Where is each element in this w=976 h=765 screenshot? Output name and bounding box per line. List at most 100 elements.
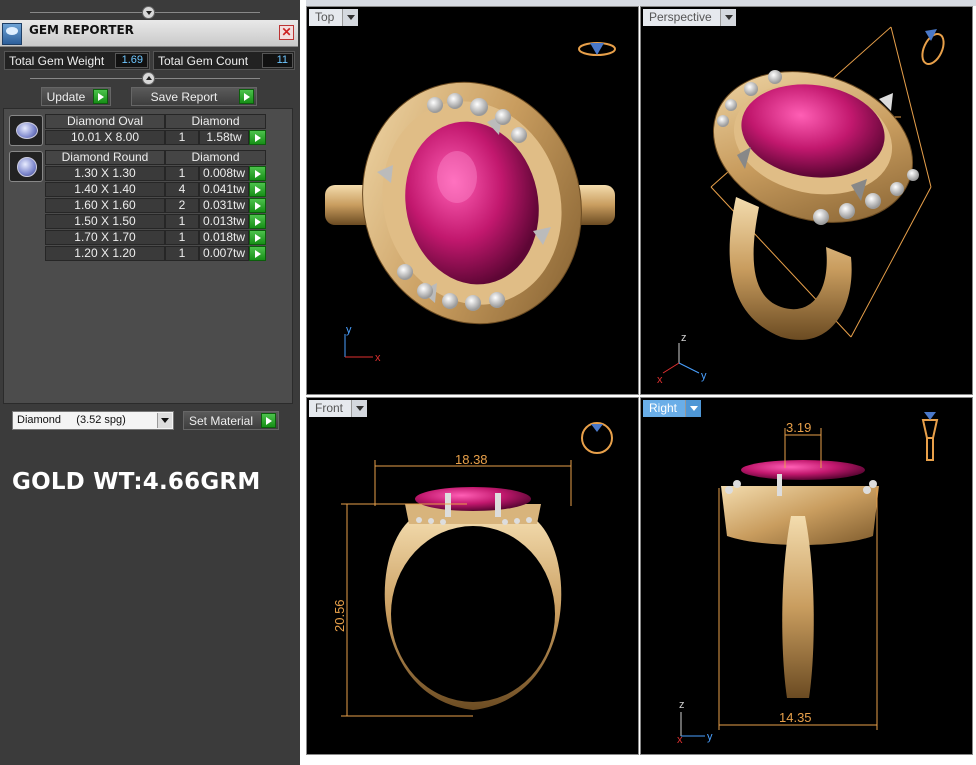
viewport-front-menu[interactable]: Front [309, 400, 368, 417]
gem-group-shape: Diamond Oval [45, 114, 165, 129]
gem-size: 1.50 X 1.50 [45, 214, 165, 229]
ring-preview-icon [921, 412, 939, 461]
chevron-down-icon [157, 413, 172, 428]
axis-gizmo: z x y [677, 699, 713, 746]
viewport-right-label: Right [649, 401, 678, 415]
close-icon[interactable]: ✕ [279, 25, 294, 40]
bottom-dimension-label: 14.35 [779, 710, 812, 725]
viewport-perspective-menu[interactable]: Perspective [643, 9, 736, 26]
set-material-label: Set Material [188, 414, 254, 428]
viewport-front[interactable]: 18.38 20.56 Front [306, 397, 639, 755]
chevron-down-icon [342, 9, 359, 26]
viewport-perspective-label: Perspective [649, 10, 712, 24]
set-material-button[interactable]: Set Material [183, 411, 279, 430]
panel-title: GEM REPORTER [29, 23, 134, 37]
gem-count: 2 [165, 198, 199, 213]
ring-preview-icon [921, 29, 945, 65]
prong [495, 493, 501, 517]
axis-y-label: y [701, 370, 707, 382]
axis-z-label: z [681, 332, 687, 344]
gem-size: 1.70 X 1.70 [45, 230, 165, 245]
axis-z-label: z [679, 699, 685, 711]
gem-row-play-button[interactable] [249, 230, 266, 245]
viewport-right[interactable]: 3.19 14.35 z x y Right [640, 397, 973, 755]
total-gem-weight-label: Total Gem Weight [9, 54, 105, 68]
gem-size: 10.01 X 8.00 [45, 130, 165, 145]
save-report-label: Save Report [150, 90, 218, 104]
gem-reporter-header: GEM REPORTER ✕ [0, 20, 298, 47]
viewport-top[interactable]: y x Top [306, 6, 639, 395]
gem-count: 4 [165, 182, 199, 197]
update-button[interactable]: Update [41, 87, 111, 106]
gem-weight: 1.58tw [199, 130, 249, 145]
viewport-front-label: Front [315, 401, 344, 415]
gem-row-play-button[interactable] [249, 214, 266, 229]
ring-shank [782, 516, 814, 698]
gem-row-play-button[interactable] [249, 198, 266, 213]
gem-reporter-panel: GEM REPORTER ✕ Total Gem Weight 1.69 Tot… [0, 0, 300, 765]
gem-weight: 0.008tw [199, 166, 249, 181]
viewport-perspective[interactable]: z x y Perspective [640, 6, 973, 395]
gold-weight-annotation: GOLD WT:4.66GRM [12, 469, 261, 495]
gem-weight: 0.018tw [199, 230, 249, 245]
gem-list: Diamond Oval Diamond 10.01 X 8.00 1 1.58… [3, 108, 293, 404]
gem-count: 1 [165, 214, 199, 229]
gem-row-play-button[interactable] [249, 130, 266, 145]
total-gem-count-label: Total Gem Count [158, 54, 249, 68]
viewport-top-label: Top [315, 10, 335, 24]
update-play-icon [93, 89, 108, 104]
oval-gem-thumbnail[interactable] [9, 115, 43, 146]
width-dimension-label: 18.38 [455, 452, 488, 467]
axis-x-label: x [657, 374, 663, 386]
axis-gizmo: z x y [657, 332, 707, 386]
gem-count: 1 [165, 130, 199, 145]
gem-reporter-logo-icon [2, 23, 22, 45]
material-dropdown-value: Diamond (3.52 spg) [17, 414, 126, 426]
collapse-down-button[interactable] [142, 6, 155, 19]
ruby-facet-highlight [437, 151, 477, 203]
center-ruby [741, 460, 865, 480]
gem-group-shape: Diamond Round [45, 150, 165, 165]
material-dropdown[interactable]: Diamond (3.52 spg) [12, 411, 174, 430]
axis-x-label: x [677, 734, 683, 746]
gem-weight: 0.013tw [199, 214, 249, 229]
axis-gizmo: y x [344, 324, 381, 364]
round-gem-icon [17, 157, 37, 177]
center-ruby [415, 487, 531, 511]
total-gem-count-value: 11 [262, 53, 293, 68]
prong [777, 474, 782, 496]
gem-group-material: Diamond [165, 150, 266, 165]
round-gem-thumbnail[interactable] [9, 151, 43, 182]
update-button-label: Update [46, 90, 86, 104]
gem-size: 1.30 X 1.30 [45, 166, 165, 181]
set-material-play-icon [261, 413, 276, 428]
chevron-down-icon [351, 400, 368, 417]
total-gem-weight-value: 1.69 [115, 53, 148, 68]
total-gem-count: Total Gem Count 11 [153, 51, 295, 70]
axis-x-label: x [375, 352, 381, 364]
ring-preview-icon [581, 422, 613, 454]
oval-gem-icon [16, 122, 38, 139]
gem-weight: 0.041tw [199, 182, 249, 197]
viewport-top-menu[interactable]: Top [309, 9, 359, 26]
save-report-play-icon [239, 89, 254, 104]
gem-group-material: Diamond [165, 114, 266, 129]
gem-size: 1.40 X 1.40 [45, 182, 165, 197]
chevron-down-icon [685, 400, 702, 417]
ring-preview-icon [578, 42, 616, 56]
chevron-down-icon [719, 9, 736, 26]
collapse-up-button[interactable] [142, 72, 155, 85]
height-dimension-label: 20.56 [332, 599, 347, 632]
viewport-right-menu[interactable]: Right [643, 400, 702, 417]
gem-row-play-button[interactable] [249, 182, 266, 197]
ring-opening [391, 526, 555, 702]
axis-y-label: y [346, 324, 352, 336]
gem-count: 1 [165, 230, 199, 245]
gem-weight: 0.007tw [199, 246, 249, 261]
gem-row-play-button[interactable] [249, 246, 266, 261]
gem-size: 1.60 X 1.60 [45, 198, 165, 213]
gem-count: 1 [165, 246, 199, 261]
save-report-button[interactable]: Save Report [131, 87, 257, 106]
gem-count: 1 [165, 166, 199, 181]
gem-row-play-button[interactable] [249, 166, 266, 181]
